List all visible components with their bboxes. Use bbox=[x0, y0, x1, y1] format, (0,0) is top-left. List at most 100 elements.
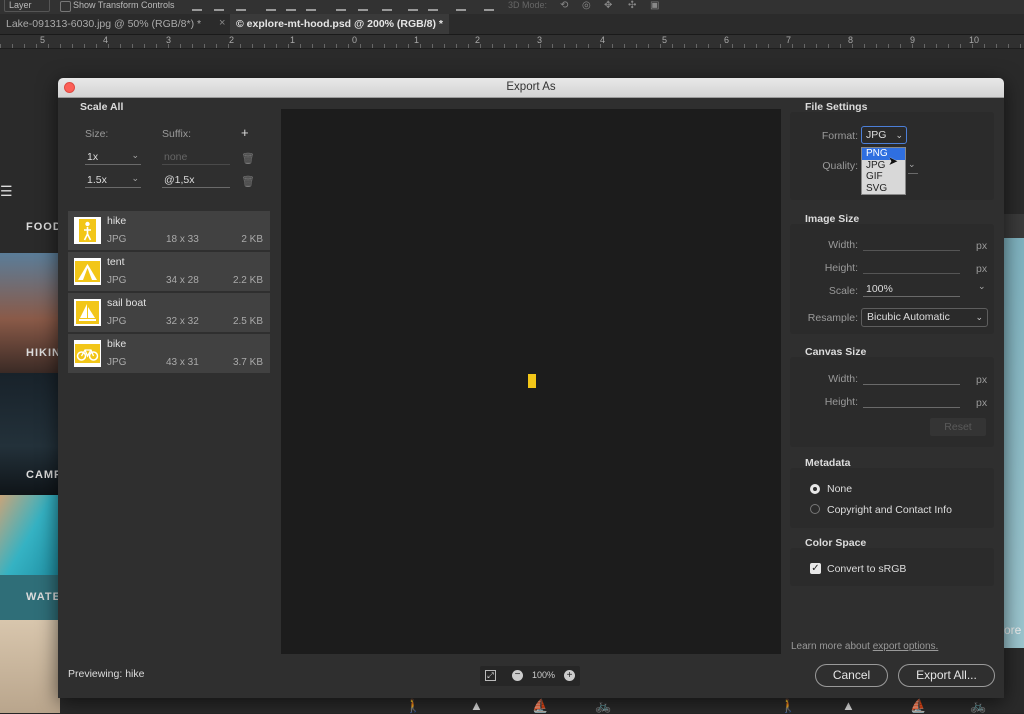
suffix-input-1-5x[interactable]: @1,5x bbox=[162, 173, 230, 188]
ruler-label: 4 bbox=[600, 35, 606, 45]
add-scale-button[interactable]: + bbox=[241, 125, 249, 140]
asset-dims: 43 x 31 bbox=[166, 357, 199, 368]
bike-icon: 🚲 bbox=[595, 698, 612, 713]
resample-select[interactable]: Bicubic Automatic ⌄ bbox=[861, 308, 988, 327]
canvas-height-label: Height: bbox=[824, 396, 858, 408]
export-options-link[interactable]: export options. bbox=[873, 641, 939, 652]
convert-srgb-checkbox[interactable]: ✓ bbox=[810, 563, 821, 574]
size-select-1x[interactable]: 1x ⌄ bbox=[85, 150, 141, 165]
close-button[interactable] bbox=[64, 82, 75, 93]
reset-button[interactable]: Reset bbox=[930, 418, 986, 436]
align-middle-icon[interactable] bbox=[214, 0, 224, 11]
zoom-in-icon[interactable]: + bbox=[564, 670, 575, 681]
zoom-out-icon[interactable]: − bbox=[512, 670, 523, 681]
asset-format: JPG bbox=[107, 234, 127, 245]
metadata-none-radio[interactable] bbox=[810, 484, 820, 494]
image-width-input[interactable] bbox=[863, 236, 960, 251]
distribute-bottom-icon[interactable] bbox=[382, 0, 392, 11]
ruler-label: 3 bbox=[537, 35, 543, 45]
scale-label: Scale: bbox=[828, 285, 858, 297]
format-option-svg[interactable]: SVG bbox=[862, 183, 905, 195]
3d-roll-icon[interactable]: ◎ bbox=[582, 0, 591, 11]
metadata-panel bbox=[790, 468, 994, 528]
align-left-icon[interactable] bbox=[266, 0, 276, 11]
3d-drag-icon[interactable]: ✥ bbox=[604, 0, 612, 11]
asset-item-sail-boat[interactable]: sail boat JPG 32 x 32 2.5 KB bbox=[68, 293, 270, 332]
format-option-png[interactable]: PNG bbox=[862, 148, 905, 160]
format-option-gif[interactable]: GIF bbox=[862, 171, 905, 183]
auto-align-icon[interactable] bbox=[484, 0, 494, 11]
layer-select[interactable]: Layer bbox=[4, 0, 50, 12]
close-tab-icon[interactable]: × bbox=[219, 17, 225, 29]
fit-to-view-icon[interactable]: ⤢ bbox=[485, 670, 496, 681]
cancel-button[interactable]: Cancel bbox=[815, 664, 888, 687]
format-value: JPG bbox=[866, 129, 887, 141]
bike-photo bbox=[0, 620, 60, 713]
show-transform-label: Show Transform Controls bbox=[73, 0, 175, 10]
previewing-label: Previewing: bbox=[68, 668, 123, 680]
hike-icon: 🚶 bbox=[780, 698, 797, 713]
tab-label: Lake-091313-6030.jpg @ 50% (RGB/8*) * bbox=[6, 18, 202, 30]
asset-item-hike[interactable]: hike JPG 18 x 33 2 KB bbox=[68, 211, 270, 250]
mouse-cursor-icon: ➤ bbox=[888, 154, 899, 168]
distribute-top-icon[interactable] bbox=[336, 0, 346, 11]
scale-input[interactable]: 100% bbox=[863, 282, 960, 297]
image-width-unit: px bbox=[976, 240, 988, 252]
image-height-input[interactable] bbox=[863, 259, 960, 274]
align-top-icon[interactable] bbox=[192, 0, 202, 11]
ruler-label: 8 bbox=[848, 35, 854, 45]
tab-label: © explore-mt-hood.psd @ 200% (RGB/8) * bbox=[236, 18, 444, 30]
trash-icon[interactable]: 🗑 bbox=[241, 175, 255, 188]
chevron-down-icon[interactable]: ⌄ bbox=[978, 281, 986, 292]
dialog-title: Export As bbox=[506, 81, 556, 93]
distribute-middle-icon[interactable] bbox=[358, 0, 368, 11]
camp-label: CAMP bbox=[26, 469, 63, 481]
size-value: 1x bbox=[87, 151, 99, 163]
trash-icon[interactable]: 🗑 bbox=[241, 152, 255, 165]
ruler-label: 0 bbox=[352, 35, 358, 45]
asset-format: JPG bbox=[107, 357, 127, 368]
quality-select-chevron[interactable]: ⌄ bbox=[908, 159, 918, 174]
suffix-label: Suffix: bbox=[162, 128, 191, 140]
format-select[interactable]: JPG ⌄ bbox=[861, 126, 907, 144]
suffix-value: @1,5x bbox=[164, 174, 195, 186]
3d-camera-icon[interactable]: ▣ bbox=[650, 0, 659, 11]
previewing-status: Previewing: hike bbox=[68, 668, 144, 680]
ruler-label: 1 bbox=[290, 35, 296, 45]
metadata-copyright-radio[interactable] bbox=[810, 504, 820, 514]
3d-slide-icon[interactable]: ✣ bbox=[628, 0, 636, 11]
ruler-label: 2 bbox=[229, 35, 235, 45]
asset-item-tent[interactable]: tent JPG 34 x 28 2.2 KB bbox=[68, 252, 270, 291]
show-transform-checkbox[interactable] bbox=[60, 1, 71, 12]
canvas-width-input[interactable] bbox=[863, 370, 960, 385]
tab-lake-document[interactable]: Lake-091313-6030.jpg @ 50% (RGB/8*) * bbox=[0, 14, 207, 34]
asset-item-bike[interactable]: bike JPG 43 x 31 3.7 KB bbox=[68, 334, 270, 373]
resample-value: Bicubic Automatic bbox=[867, 311, 950, 323]
tab-explore-mt-hood[interactable]: © explore-mt-hood.psd @ 200% (RGB/8) * bbox=[230, 14, 450, 34]
align-right-icon[interactable] bbox=[306, 0, 316, 11]
image-height-label: Height: bbox=[824, 262, 858, 274]
chevron-down-icon: ⌄ bbox=[975, 312, 983, 322]
distribute-center-icon[interactable] bbox=[428, 0, 438, 11]
format-label: Format: bbox=[821, 130, 858, 142]
format-option-jpg[interactable]: JPG bbox=[862, 160, 905, 172]
scale-value: 100% bbox=[866, 283, 893, 295]
distribute-left-icon[interactable] bbox=[408, 0, 418, 11]
ruler-label: 7 bbox=[786, 35, 792, 45]
sailboat-thumbnail bbox=[74, 299, 101, 326]
ruler-label: 10 bbox=[969, 35, 980, 45]
export-all-button[interactable]: Export All... bbox=[898, 664, 995, 687]
canvas-height-input[interactable] bbox=[863, 393, 960, 408]
asset-format: JPG bbox=[107, 275, 127, 286]
preview-canvas bbox=[281, 109, 781, 654]
convert-srgb-label: Convert to sRGB bbox=[827, 563, 907, 575]
suffix-input-1x[interactable]: none bbox=[162, 150, 230, 165]
size-select-1-5x[interactable]: 1.5x ⌄ bbox=[85, 173, 141, 188]
3d-rotate-icon[interactable]: ⟲ bbox=[560, 0, 568, 11]
asset-name: sail boat bbox=[107, 297, 147, 309]
zoom-controls: ⤢ − 100% + bbox=[480, 666, 580, 686]
distribute-right-icon[interactable] bbox=[456, 0, 466, 11]
align-center-icon[interactable] bbox=[286, 0, 296, 11]
metadata-none-label: None bbox=[827, 483, 853, 495]
align-bottom-icon[interactable] bbox=[236, 0, 246, 11]
